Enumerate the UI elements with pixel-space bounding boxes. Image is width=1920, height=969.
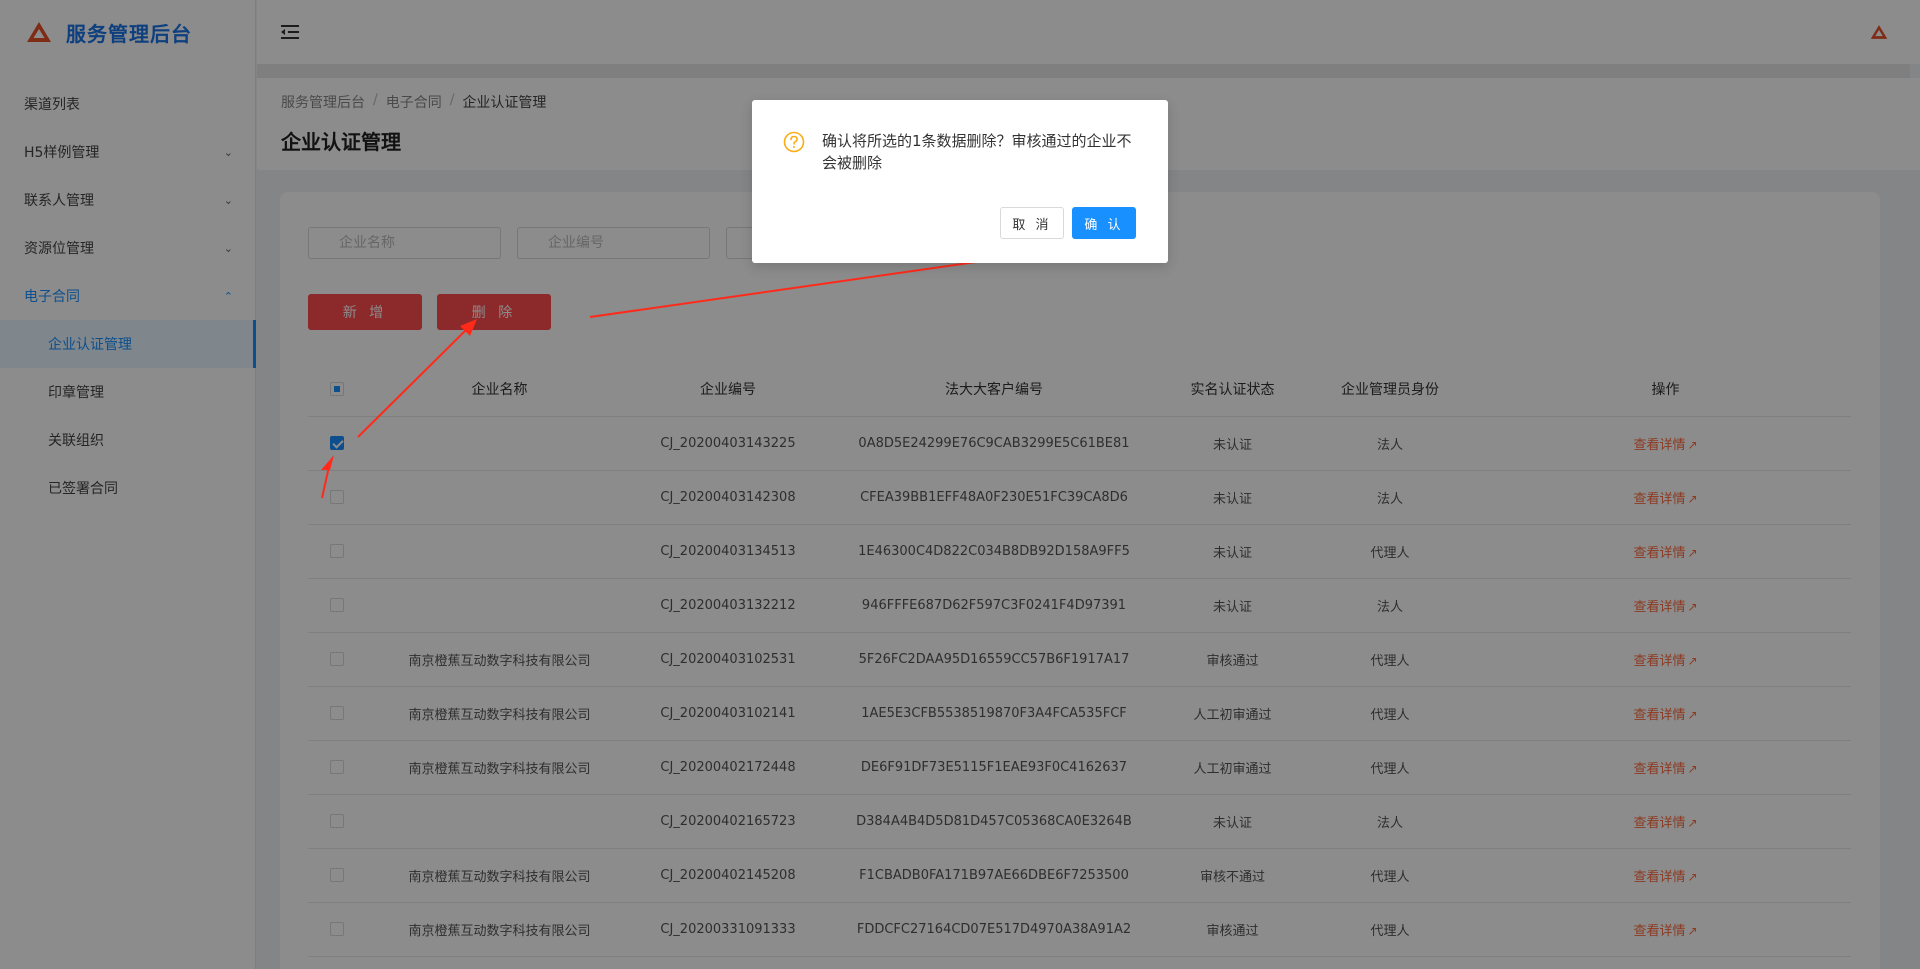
cancel-button[interactable]: 取 消 [1000,207,1064,239]
confirm-button[interactable]: 确 认 [1072,207,1136,239]
dialog-message: 确认将所选的1条数据删除？审核通过的企业不会被删除 [822,132,1132,172]
confirm-dialog: 确认将所选的1条数据删除？审核通过的企业不会被删除 取 消 确 认 [752,100,1168,263]
question-icon [783,131,805,153]
dialog-buttons: 取 消 确 认 [1000,207,1136,239]
